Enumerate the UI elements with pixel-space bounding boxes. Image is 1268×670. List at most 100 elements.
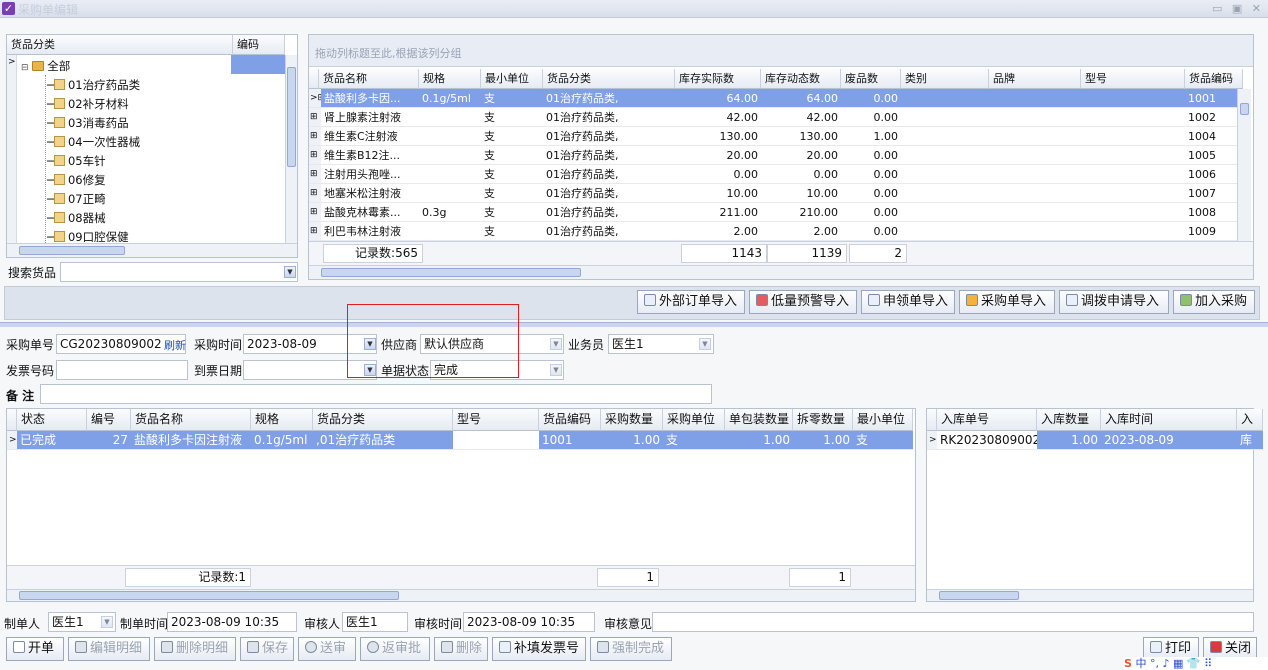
goods-row[interactable]: ⊞ 维生素B12注... 支 01治疗药品类, 20.00 20.00 0.00 1005 <box>309 146 1243 165</box>
audit-time-input[interactable]: 2023-08-09 10:35 <box>463 612 595 632</box>
goods-row[interactable]: ⊞ 维生素C注射液支 01治疗药品类, 130.00 130.00 1.00 1004 <box>309 127 1243 146</box>
detail-col-5[interactable]: 型号 <box>453 409 539 431</box>
goods-col-6[interactable]: 废品数 <box>841 69 901 89</box>
opinion-input[interactable] <box>652 612 1254 632</box>
tree-header-code[interactable]: 编码 <box>233 35 285 55</box>
tree-node-4[interactable]: ─ 04一次性器械 <box>47 133 140 152</box>
goods-col-8[interactable]: 品牌 <box>989 69 1081 89</box>
search-dropdown-icon[interactable]: ▼ <box>284 266 296 278</box>
inbound-col-2[interactable]: 入库时间 <box>1101 409 1237 431</box>
expand-icon[interactable]: ⊞ <box>309 203 321 222</box>
goods-row[interactable]: ⊞ 地塞米松注射液支 01治疗药品类, 10.00 10.00 0.00 1007 <box>309 184 1243 203</box>
goods-col-9[interactable]: 型号 <box>1081 69 1185 89</box>
detail-col-9[interactable]: 单包装数量 <box>725 409 793 431</box>
tree-node-5[interactable]: ─ 05车针 <box>47 152 106 171</box>
refresh-link[interactable]: 刷新 <box>164 337 186 353</box>
force-complete-button[interactable]: 强制完成 <box>590 637 672 661</box>
detail-col-1[interactable]: 编号 <box>87 409 131 431</box>
supplier-dropdown-icon[interactable]: ▼ <box>550 338 562 350</box>
tree-header-category[interactable]: 货品分类 <box>7 35 233 55</box>
goods-col-4[interactable]: 库存实际数 <box>675 69 761 89</box>
goods-col-0[interactable]: 货品名称 <box>319 69 419 89</box>
salesman-dropdown-icon[interactable]: ▼ <box>699 338 711 350</box>
delete-detail-button[interactable]: 删除明细 <box>154 637 236 661</box>
ime-tray[interactable]: S 中 °, ♪ ▦ 👕 ⠿ <box>1124 657 1268 670</box>
make-time-input[interactable]: 2023-08-09 10:35 <box>167 612 297 632</box>
window-controls[interactable]: ▭ ▣ ✕ <box>1212 2 1264 15</box>
detail-hscroll-thumb[interactable] <box>19 591 399 600</box>
inbound-hscroll-thumb[interactable] <box>939 591 1019 600</box>
goods-col-2[interactable]: 最小单位 <box>481 69 543 89</box>
detail-col-11[interactable]: 最小单位 <box>853 409 913 431</box>
goods-col-10[interactable]: 货品编码 <box>1185 69 1243 89</box>
detail-col-3[interactable]: 规格 <box>251 409 313 431</box>
goods-col-1[interactable]: 规格 <box>419 69 481 89</box>
tree-hscroll-thumb[interactable] <box>19 246 125 255</box>
tree-node-8[interactable]: ─ 08器械 <box>47 209 106 228</box>
expand-icon[interactable]: ⊞ <box>309 127 321 146</box>
goods-row[interactable]: ⊞ 肾上腺素注射液支 01治疗药品类, 42.00 42.00 0.00 1002 <box>309 108 1243 127</box>
fill-invoice-button[interactable]: 补填发票号 <box>492 637 586 661</box>
tree-node-3[interactable]: ─ 03消毒药品 <box>47 114 129 133</box>
expand-icon[interactable]: ⊞ <box>309 165 321 184</box>
tree-vscroll[interactable] <box>285 55 297 243</box>
inbound-col-0[interactable]: 入库单号 <box>937 409 1037 431</box>
invoice-input[interactable] <box>56 360 188 380</box>
save-button[interactable]: 保存 <box>240 637 294 661</box>
external-order-import-button[interactable]: 外部订单导入 <box>637 290 745 314</box>
detail-col-0[interactable]: 状态 <box>17 409 87 431</box>
new-order-button[interactable]: 开单 <box>6 637 64 661</box>
expand-icon[interactable]: ⊞ <box>309 146 321 165</box>
expand-icon[interactable]: >⊞ <box>309 89 321 108</box>
inbound-col-3[interactable]: 入 <box>1237 409 1263 431</box>
status-dropdown-icon[interactable]: ▼ <box>550 364 562 376</box>
splitter[interactable] <box>0 322 1268 327</box>
goods-vscroll-thumb[interactable] <box>1240 103 1249 115</box>
goods-vscroll[interactable] <box>1237 89 1251 241</box>
inbound-hscroll[interactable] <box>927 589 1253 601</box>
edit-detail-button[interactable]: 编辑明细 <box>68 637 150 661</box>
goods-row[interactable]: ⊞ 盐酸克林霉素... 0.3g 支 01治疗药品类, 211.00 210.00 0.00 1… <box>309 203 1243 222</box>
low-stock-import-button[interactable]: 低量预警导入 <box>749 290 857 314</box>
detail-col-8[interactable]: 采购单位 <box>663 409 725 431</box>
requisition-import-button[interactable]: 申领单导入 <box>861 290 955 314</box>
tree-node-root[interactable]: ⊟ 全部 <box>21 57 70 76</box>
maker-dropdown-icon[interactable]: ▼ <box>101 616 113 628</box>
tree-node-7[interactable]: ─ 07正畸 <box>47 190 106 209</box>
expand-icon[interactable]: ⊞ <box>309 222 321 241</box>
goods-col-3[interactable]: 货品分类 <box>543 69 675 89</box>
auditor-input[interactable]: 医生1 <box>342 612 408 632</box>
tree-node-6[interactable]: ─ 06修复 <box>47 171 106 190</box>
detail-col-7[interactable]: 采购数量 <box>601 409 663 431</box>
delete-button[interactable]: 删除 <box>434 637 488 661</box>
tree-node-9[interactable]: ─ 09口腔保健 <box>47 228 129 242</box>
tree-node-1[interactable]: ─ 01治疗药品类 <box>47 76 140 95</box>
goods-row[interactable]: ⊞ 利巴韦林注射液支 01治疗药品类, 2.00 2.00 0.00 1009 <box>309 222 1243 241</box>
expand-icon[interactable]: ⊞ <box>309 108 321 127</box>
remark-input[interactable] <box>40 384 712 404</box>
return-approval-button[interactable]: 返审批 <box>360 637 430 661</box>
tree-node-2[interactable]: ─ 02补牙材料 <box>47 95 129 114</box>
detail-col-10[interactable]: 拆零数量 <box>793 409 853 431</box>
goods-row[interactable]: ⊞ 注射用头孢唑... 支 01治疗药品类, 0.00 0.00 0.00 1006 <box>309 165 1243 184</box>
detail-hscroll[interactable] <box>7 589 915 601</box>
submit-review-button[interactable]: 送审 <box>298 637 356 661</box>
collapse-icon[interactable]: ⊟ <box>21 63 29 73</box>
goods-row[interactable]: >⊞盐酸利多卡因...0.1g/5ml支01治疗药品类,64.0064.000.… <box>309 89 1243 108</box>
inbound-col-1[interactable]: 入库数量 <box>1037 409 1101 431</box>
goods-col-7[interactable]: 类别 <box>901 69 989 89</box>
add-purchase-button[interactable]: 加入采购 <box>1173 290 1255 314</box>
tree-hscroll[interactable] <box>7 243 297 257</box>
goods-cell: 01治疗药品类, <box>543 222 675 241</box>
search-input[interactable] <box>60 262 298 282</box>
detail-col-4[interactable]: 货品分类 <box>313 409 453 431</box>
transfer-request-import-button[interactable]: 调拨申请导入 <box>1059 290 1169 314</box>
detail-col-6[interactable]: 货品编码 <box>539 409 601 431</box>
expand-icon[interactable]: ⊞ <box>309 184 321 203</box>
detail-col-2[interactable]: 货品名称 <box>131 409 251 431</box>
purchase-order-import-button[interactable]: 采购单导入 <box>959 290 1055 314</box>
tree-vscroll-thumb[interactable] <box>287 67 296 167</box>
goods-hscroll-thumb[interactable] <box>321 268 581 277</box>
goods-col-5[interactable]: 库存动态数 <box>761 69 841 89</box>
goods-hscroll[interactable] <box>309 265 1253 279</box>
